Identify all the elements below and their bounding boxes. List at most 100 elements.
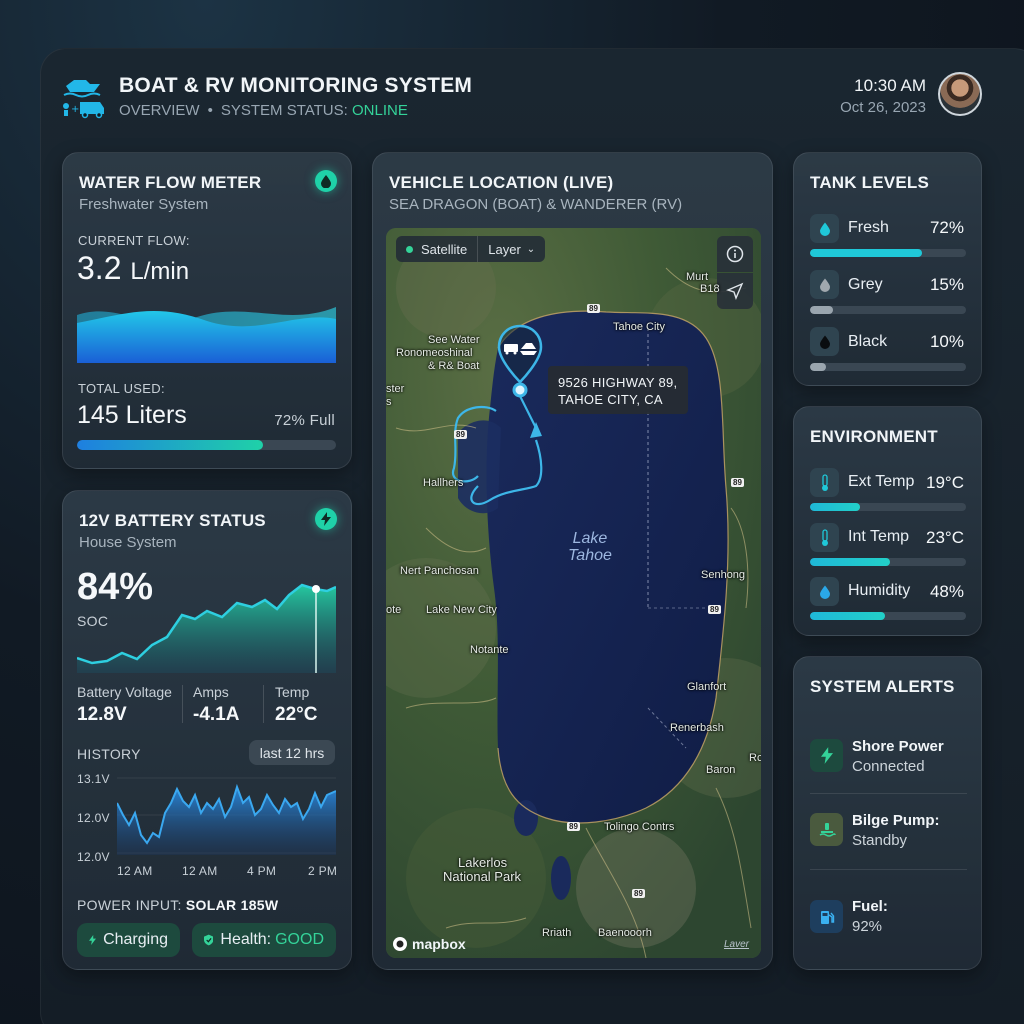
satellite-toggle[interactable]: Satellite xyxy=(396,236,477,262)
tank-value: 72% xyxy=(929,218,964,237)
tank-levels-card: TANK LEVELS Fresh 72% Grey 15% Black 10% xyxy=(793,152,982,386)
alert-title: Bilge Pump: xyxy=(852,812,940,829)
voltage-history-chart xyxy=(117,777,336,855)
temp-label: Temp xyxy=(275,684,310,700)
soc-area-chart xyxy=(77,583,336,673)
card-subtitle: Freshwater System xyxy=(79,196,209,213)
black-water-icon xyxy=(810,327,839,356)
tab-overview[interactable]: OVERVIEW xyxy=(119,102,200,119)
history-y-tick: 13.1V xyxy=(77,772,110,786)
alert-divider xyxy=(810,793,967,794)
total-label: TOTAL USED: xyxy=(78,381,165,396)
address-line2: TAHOE CITY, CA xyxy=(558,392,663,407)
user-avatar[interactable] xyxy=(938,72,982,116)
place-label: B18 xyxy=(700,283,720,295)
fuel-pump-icon xyxy=(810,900,843,933)
alert-title: Shore Power xyxy=(852,738,944,755)
status-value: ONLINE xyxy=(351,102,408,119)
layer-label: Layer xyxy=(488,241,521,257)
place-label: Nert Panchosan xyxy=(400,565,479,577)
shield-check-icon xyxy=(204,934,214,946)
lake-name-line1: Lake xyxy=(572,530,608,547)
mapbox-icon xyxy=(393,937,407,951)
card-title: SYSTEM ALERTS xyxy=(810,677,955,696)
card-title: ENVIRONMENT xyxy=(810,427,938,446)
droplet-icon xyxy=(810,214,839,243)
card-title: TANK LEVELS xyxy=(810,173,930,192)
history-range-button[interactable]: last 12 hrs xyxy=(249,740,335,765)
env-value: 23°C xyxy=(926,528,964,547)
highway-shield: 89 xyxy=(632,889,645,898)
tank-label: Fresh xyxy=(848,219,889,236)
highway-shield: 89 xyxy=(454,430,467,439)
map-view[interactable]: Satellite Layer ⌄ 9526 HIGHWAY 89, TAHOE … xyxy=(386,228,761,958)
tank-value: 10% xyxy=(929,332,964,351)
place-label: Notante xyxy=(470,644,509,656)
place-label: Baenooorh xyxy=(598,927,652,939)
tank-level-fill xyxy=(810,249,923,257)
place-label: Baron xyxy=(706,764,736,776)
highway-shield: 89 xyxy=(567,822,580,831)
bolt-icon xyxy=(315,508,337,530)
place-label: Hallhers xyxy=(423,477,464,489)
alert-status: Connected xyxy=(852,758,925,775)
info-icon xyxy=(726,245,744,263)
place-label: & R& Boat xyxy=(428,360,480,372)
header: + BOAT & RV MONITORING SYSTEM OVERVIEW • S… xyxy=(60,70,984,126)
power-label: POWER INPUT: xyxy=(77,897,182,913)
flow-wave-graphic xyxy=(77,307,336,363)
layer-dropdown[interactable]: Layer ⌄ xyxy=(477,236,545,262)
address-popup: 9526 HIGHWAY 89, TAHOE CITY, CA xyxy=(548,366,688,414)
place-label: Glanfort xyxy=(687,681,727,693)
flow-value: 3.2 L/min xyxy=(77,250,189,287)
mapbox-logo[interactable]: mapbox xyxy=(392,936,466,952)
env-value: 19°C xyxy=(926,473,964,492)
card-title: WATER FLOW METER xyxy=(79,173,262,192)
temp-value: 22°C xyxy=(275,704,318,725)
history-x-tick: 2 PM xyxy=(308,864,338,878)
alert-title: Fuel: xyxy=(852,898,888,915)
pump-icon xyxy=(810,813,843,846)
env-bar-fill xyxy=(810,503,860,511)
history-x-tick: 12 AM xyxy=(182,864,218,878)
vehicle-location-pin[interactable] xyxy=(496,324,544,404)
place-label: ote xyxy=(386,604,402,616)
navigation-arrow-icon xyxy=(726,282,744,300)
tank-level-fill xyxy=(810,306,834,314)
droplet-icon xyxy=(315,170,337,192)
charging-label: Charging xyxy=(103,931,168,948)
stat-divider xyxy=(182,685,183,723)
amps-value: -4.1A xyxy=(193,704,240,725)
tank-value: 15% xyxy=(929,275,964,294)
locate-button[interactable] xyxy=(717,273,753,309)
place-label: ster xyxy=(386,383,405,395)
power-value: SOLAR 185W xyxy=(185,897,279,913)
stat-divider xyxy=(263,685,264,723)
lake-name: Lake Tahoe xyxy=(568,530,612,564)
highway-shield: 89 xyxy=(731,478,744,487)
env-label: Int Temp xyxy=(848,528,910,545)
info-button[interactable] xyxy=(717,236,753,272)
environment-card: ENVIRONMENT Ext Temp 19°C Int Temp 23°C … xyxy=(793,406,982,636)
alert-divider xyxy=(810,869,967,870)
place-label: Murt xyxy=(686,271,708,283)
flow-label: CURRENT FLOW: xyxy=(78,233,190,248)
status-label: SYSTEM STATUS: xyxy=(220,102,348,119)
header-subtitle: OVERVIEW • SYSTEM STATUS: ONLINE xyxy=(119,102,408,119)
clock-time: 10:30 AM xyxy=(854,76,926,95)
highway-shield: 89 xyxy=(587,304,600,313)
app-title: BOAT & RV MONITORING SYSTEM xyxy=(119,74,473,97)
water-flow-card: WATER FLOW METER Freshwater System CURRE… xyxy=(62,152,352,469)
tank-label: Grey xyxy=(848,276,883,293)
env-bar-fill xyxy=(810,612,885,620)
total-value: 145 Liters xyxy=(77,401,187,429)
env-bar xyxy=(810,612,966,620)
attribution-link[interactable]: Laver xyxy=(724,939,749,950)
place-label: Tahoe City xyxy=(613,321,665,333)
thermometer-icon xyxy=(810,468,839,497)
tank-label: Black xyxy=(848,333,888,350)
vehicle-location-card: VEHICLE LOCATION (LIVE) SEA DRAGON (BOAT… xyxy=(372,152,773,970)
place-label: Rriath xyxy=(542,927,572,939)
place-label: Ronomeoshinal xyxy=(396,347,473,359)
place-label: Lakerlos xyxy=(458,855,508,870)
